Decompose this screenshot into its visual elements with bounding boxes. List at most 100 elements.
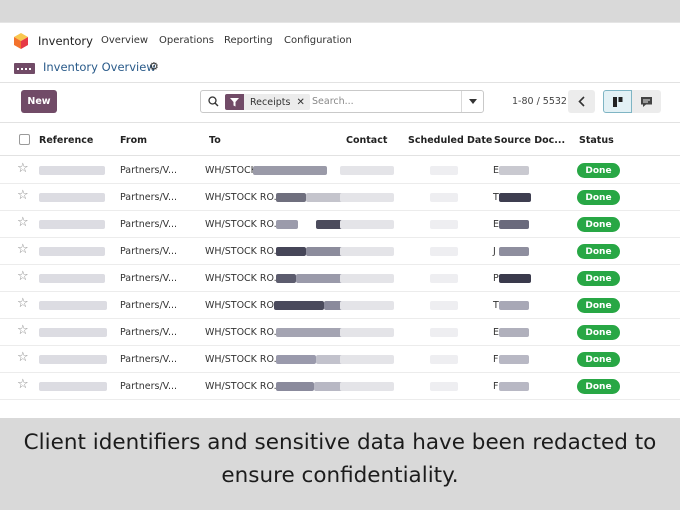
breadcrumb-title[interactable]: Inventory Overview — [43, 60, 156, 74]
redacted-date — [430, 301, 458, 310]
table-row[interactable]: ☆ Partners/V... WH/STOCK RO... E Done — [0, 211, 680, 238]
star-icon[interactable]: ☆ — [17, 216, 29, 229]
table-row[interactable]: ☆ Partners/V... WH/STOCK RO... P Done — [0, 265, 680, 292]
redacted-date — [430, 355, 458, 364]
status-badge: Done — [577, 352, 620, 367]
cell-source-document: J — [493, 246, 496, 257]
column-header-status[interactable]: Status — [579, 135, 614, 146]
redacted-contact — [340, 166, 394, 175]
table-row[interactable]: ☆ Partners/V... WH/STOCK E Done — [0, 157, 680, 184]
kanban-icon[interactable] — [603, 90, 632, 113]
column-header-from[interactable]: From — [120, 135, 147, 146]
search-bar[interactable]: Receipts ✕ Search... — [200, 90, 484, 113]
cell-from: Partners/V... — [120, 165, 178, 176]
cell-source-document: T — [493, 300, 499, 311]
column-header-to[interactable]: To — [209, 135, 221, 146]
cell-from: Partners/V... — [120, 246, 178, 257]
table-row[interactable]: ☆ Partners/V... WH/STOCK RO... F Done — [0, 373, 680, 400]
column-header-contact[interactable]: Contact — [346, 135, 387, 146]
table-row[interactable]: ☆ Partners/V... WH/STOCK RO... J Done — [0, 238, 680, 265]
redacted-reference — [39, 355, 107, 364]
status-badge: Done — [577, 298, 620, 313]
screenshot-frame: Inventory Overview Operations Reporting … — [0, 0, 680, 510]
caret-down-icon[interactable] — [461, 91, 483, 112]
star-icon[interactable]: ☆ — [17, 297, 29, 310]
cell-to: WH/STOCK RO... — [205, 273, 283, 284]
cell-to: WH/STOCK RO... — [205, 327, 283, 338]
redacted-date — [430, 166, 458, 175]
pager-value[interactable]: 1-80 / 5532 — [512, 96, 567, 107]
redacted-destination — [276, 220, 298, 229]
menu-configuration[interactable]: Configuration — [284, 35, 352, 46]
status-badge: Done — [577, 163, 620, 178]
search-facet-receipts: Receipts ✕ — [225, 94, 310, 110]
star-icon[interactable]: ☆ — [17, 162, 29, 175]
table-row[interactable]: ☆ Partners/V... WH/STOCK RO... T Done — [0, 184, 680, 211]
search-input[interactable]: Search... — [312, 96, 354, 107]
table-row[interactable]: ☆ Partners/V... WH/STOCK RO... F Done — [0, 346, 680, 373]
inventory-logo-icon[interactable] — [13, 32, 29, 50]
chevron-left-icon[interactable] — [568, 90, 595, 113]
menu-reporting[interactable]: Reporting — [224, 35, 273, 46]
redacted-source — [499, 355, 529, 364]
redacted-reference — [39, 274, 105, 283]
star-icon[interactable]: ☆ — [17, 243, 29, 256]
redacted-destination — [253, 166, 327, 175]
column-header-source-doc[interactable]: Source Doc... — [494, 135, 565, 146]
close-icon[interactable]: ✕ — [296, 97, 309, 108]
facet-label: Receipts — [250, 96, 291, 108]
redacted-source — [499, 193, 531, 202]
redacted-date — [430, 382, 458, 391]
star-icon[interactable]: ☆ — [17, 189, 29, 202]
redacted-contact — [340, 193, 394, 202]
gear-icon[interactable]: ⚙ — [149, 60, 159, 73]
redacted-destination — [274, 301, 324, 310]
cell-source-document: F — [493, 354, 499, 365]
column-header-scheduled-date[interactable]: Scheduled Date — [408, 135, 492, 146]
cell-source-document: P — [493, 273, 499, 284]
cell-to: WH/STOCK RO... — [205, 246, 283, 257]
star-icon[interactable]: ☆ — [17, 351, 29, 364]
star-icon[interactable]: ☆ — [17, 324, 29, 337]
menu-overview[interactable]: Overview — [101, 35, 148, 46]
redacted-reference — [39, 328, 107, 337]
app-name[interactable]: Inventory — [38, 34, 93, 48]
redacted-source — [499, 247, 529, 256]
redacted-source — [499, 382, 529, 391]
table-row[interactable]: ☆ Partners/V... WH/STOCK RO... T Done — [0, 292, 680, 319]
redacted-contact — [340, 382, 394, 391]
redacted-reference — [39, 193, 105, 202]
divider — [0, 82, 680, 83]
redacted-destination — [276, 274, 296, 283]
star-icon[interactable]: ☆ — [17, 378, 29, 391]
redacted-contact — [340, 355, 394, 364]
redaction-notice-line-2: ensure confidentiality. — [221, 463, 459, 488]
new-button[interactable]: New — [21, 90, 57, 113]
search-icon — [208, 96, 219, 107]
redacted-destination — [276, 193, 306, 202]
redacted-reference — [39, 166, 105, 175]
status-badge: Done — [577, 244, 620, 259]
chat-icon[interactable] — [632, 90, 661, 113]
cell-to: WH/STOCK RO... — [205, 300, 283, 311]
star-icon[interactable]: ☆ — [17, 270, 29, 283]
redacted-source — [499, 328, 529, 337]
cell-from: Partners/V... — [120, 273, 178, 284]
redaction-notice: Client identifiers and sensitive data ha… — [0, 426, 680, 492]
cell-to: WH/STOCK RO... — [205, 219, 283, 230]
status-badge: Done — [577, 217, 620, 232]
redacted-date — [430, 274, 458, 283]
cell-from: Partners/V... — [120, 354, 178, 365]
redacted-source — [499, 274, 531, 283]
cell-to: WH/STOCK RO... — [205, 381, 283, 392]
redacted-source — [499, 166, 529, 175]
redacted-destination — [276, 328, 346, 337]
redacted-source — [499, 220, 529, 229]
redacted-destination — [276, 247, 306, 256]
column-header-reference[interactable]: Reference — [39, 135, 93, 146]
cell-source-document: F — [493, 381, 499, 392]
table-row[interactable]: ☆ Partners/V... WH/STOCK RO... E Done — [0, 319, 680, 346]
select-all-checkbox[interactable] — [19, 134, 30, 145]
redaction-notice-line-1: Client identifiers and sensitive data ha… — [23, 430, 657, 455]
menu-operations[interactable]: Operations — [159, 35, 214, 46]
